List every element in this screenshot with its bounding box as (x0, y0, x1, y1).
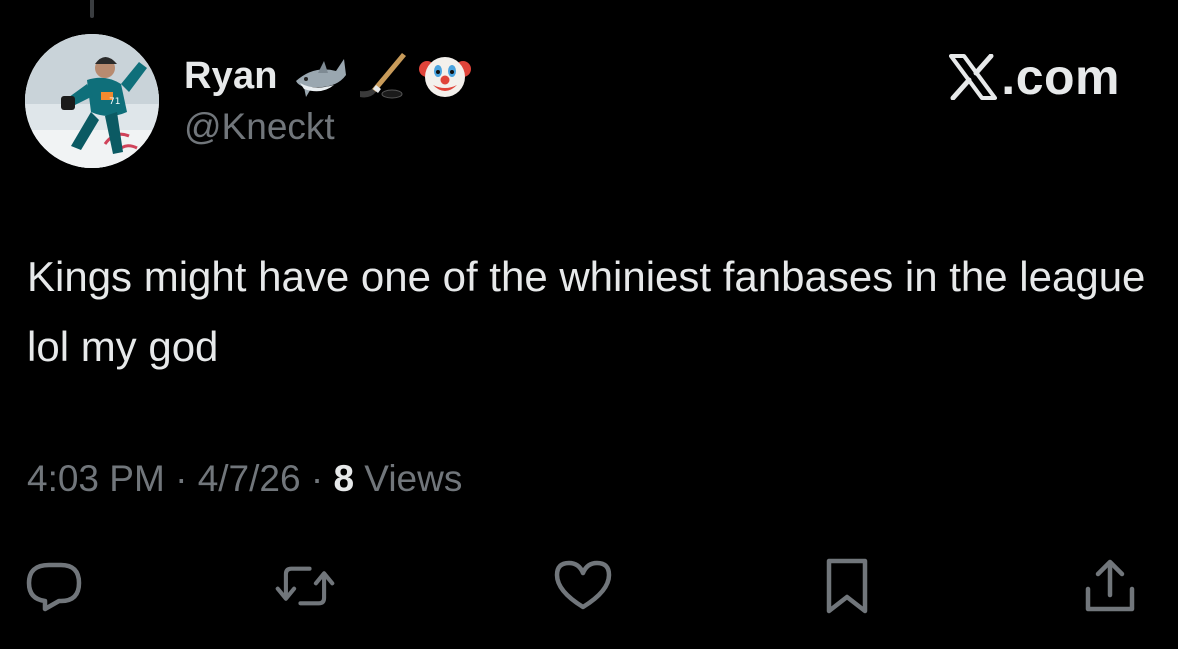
meta-separator: · (164, 458, 198, 499)
tweet-time[interactable]: 4:03 PM (27, 458, 165, 500)
like-icon (554, 560, 612, 610)
author-name-emojis (292, 51, 472, 101)
bookmark-button[interactable] (817, 556, 877, 616)
clown-face-emoji (418, 57, 471, 97)
shark-emoji (295, 59, 346, 97)
avatar-photo: 71 (25, 34, 159, 168)
x-logo-icon (949, 54, 998, 100)
author-display-name[interactable]: Ryan (184, 55, 278, 98)
svg-text:71: 71 (109, 97, 120, 107)
tweet-meta: 4:03 PM · 4/7/26 · 8 Views (27, 458, 462, 500)
retweet-icon (275, 566, 335, 606)
tweet-action-bar (0, 556, 1178, 616)
thread-connector-line (90, 0, 94, 18)
brand-domain: .com (1001, 49, 1120, 105)
hockey-stick-emoji (359, 53, 406, 99)
share-icon (1085, 559, 1135, 612)
brand-watermark: .com (949, 48, 1120, 106)
bookmark-icon (826, 558, 868, 614)
like-button[interactable] (553, 556, 613, 616)
retweet-button[interactable] (275, 556, 335, 616)
views-label: Views (354, 458, 463, 499)
author-name-row: Ryan (184, 50, 472, 102)
reply-icon (26, 562, 82, 612)
author-handle[interactable]: @Kneckt (184, 106, 335, 148)
share-button[interactable] (1080, 556, 1140, 616)
tweet-date[interactable]: 4/7/26 (198, 458, 301, 500)
tweet-text: Kings might have one of the whiniest fan… (27, 253, 1146, 370)
views-count[interactable]: 8 (333, 458, 354, 500)
reply-button[interactable] (25, 556, 85, 616)
avatar[interactable]: 71 (25, 34, 159, 168)
meta-separator: · (300, 458, 334, 499)
